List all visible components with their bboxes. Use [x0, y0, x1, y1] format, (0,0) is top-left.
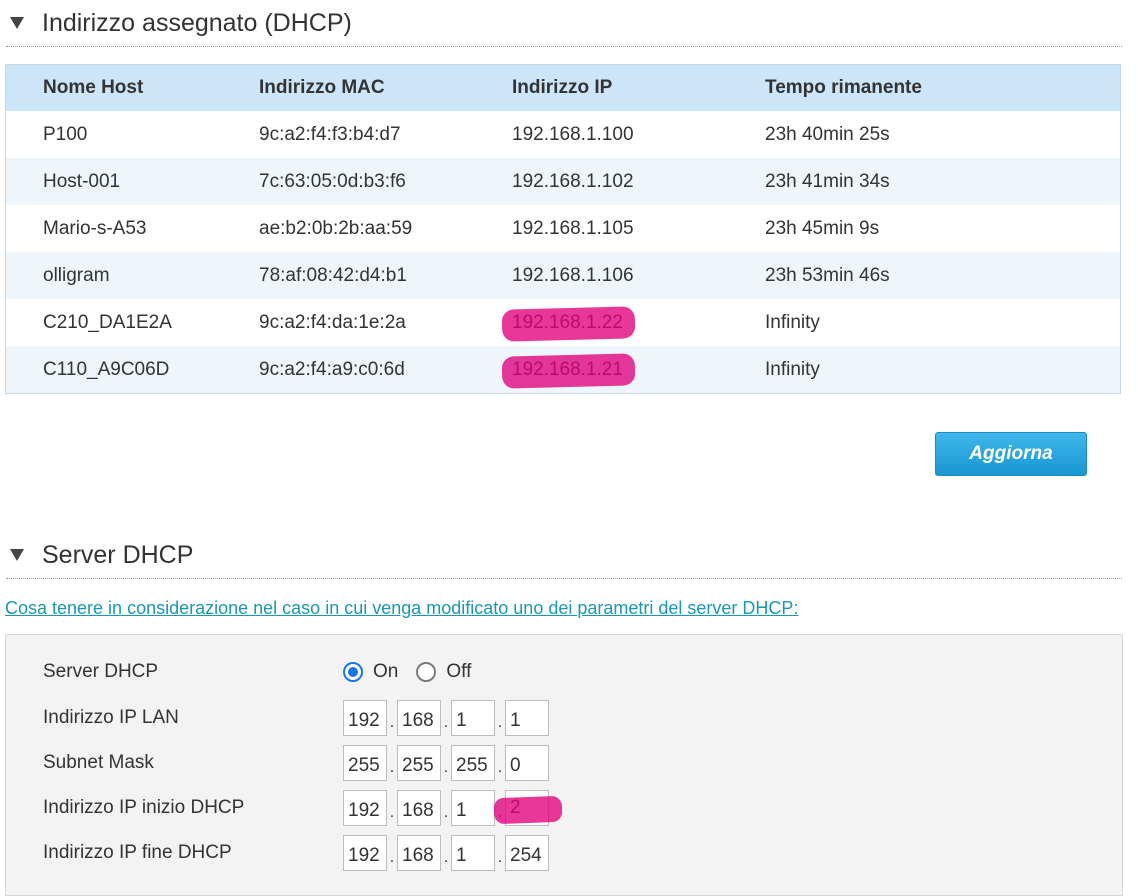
octet-separator: . — [389, 759, 395, 776]
octet-separator: . — [443, 849, 449, 866]
redaction-mark: 192.168.1.22 — [512, 311, 623, 333]
table-header-row: Nome Host Indirizzo MAC Indirizzo IP Tem… — [5, 64, 1121, 111]
dhcp-on-label: On — [373, 661, 399, 682]
octet-separator: . — [443, 804, 449, 821]
subnet-mask-octet-1[interactable] — [343, 745, 387, 781]
collapse-triangle-icon[interactable] — [10, 549, 24, 561]
redaction-mark: 192.168.1.21 — [512, 358, 623, 380]
cell-host-name: P100 — [43, 123, 88, 145]
cell-host-name: olligram — [5, 252, 259, 299]
dhcp-end-label: Indirizzo IP fine DHCP — [43, 842, 232, 863]
subnet-mask-label: Subnet Mask — [43, 752, 154, 773]
subnet-mask-row: Subnet Mask . . . — [43, 743, 549, 783]
dhcp-change-notes-link[interactable]: Cosa tenere in considerazione nel caso i… — [5, 598, 798, 619]
cell-mac-address: 9c:a2:f4:f3:b4:d7 — [259, 123, 401, 145]
dhcp-on-radio[interactable]: On — [343, 661, 398, 683]
section-title: Server DHCP — [42, 540, 194, 569]
cell-mac-address: 78:af:08:42:d4:b1 — [259, 252, 512, 299]
column-header-mac-address: Indirizzo MAC — [259, 64, 512, 111]
octet-separator: . — [389, 804, 395, 821]
dhcp-off-radio[interactable]: Off — [416, 661, 471, 683]
lan-ip-octet-4[interactable] — [505, 700, 549, 736]
column-header-ip-address: Indirizzo IP — [512, 64, 765, 111]
dhcp-server-row: Server DHCP On Off — [43, 652, 489, 692]
table-row: Host-001 7c:63:05:0d:b3:f6 192.168.1.102… — [5, 158, 1121, 205]
refresh-button[interactable]: Aggiorna — [935, 432, 1087, 476]
radio-unchecked-icon — [416, 662, 437, 682]
dhcp-end-row: Indirizzo IP fine DHCP . . . — [43, 833, 549, 873]
dhcp-lease-table: Nome Host Indirizzo MAC Indirizzo IP Tem… — [5, 64, 1121, 394]
dhcp-start-octet-4[interactable]: 2 — [505, 790, 549, 826]
dhcp-start-octet-3[interactable] — [451, 790, 495, 826]
dhcp-start-octet-1[interactable] — [343, 790, 387, 826]
collapse-triangle-icon[interactable] — [10, 17, 24, 29]
cell-remaining-time: 23h 40min 25s — [765, 123, 890, 145]
octet-separator: . — [389, 714, 395, 731]
lan-ip-octet-3[interactable] — [451, 700, 495, 736]
dhcp-end-octet-1[interactable] — [343, 835, 387, 871]
table-row: Mario-s-A53 ae:b2:0b:2b:aa:59 192.168.1.… — [6, 205, 1121, 252]
lan-ip-row: Indirizzo IP LAN . . . — [43, 698, 549, 738]
section-title: Indirizzo assegnato (DHCP) — [42, 8, 352, 37]
octet-separator: . — [389, 849, 395, 866]
cell-ip-address: 192.168.1.105 — [512, 217, 634, 239]
cell-host-name: C110_A9C06D — [5, 346, 259, 394]
column-header-host-name: Nome Host — [5, 64, 259, 111]
section-header-dhcp-server[interactable]: Server DHCP — [6, 532, 1122, 579]
cell-host-name: Host-001 — [5, 158, 259, 205]
cell-remaining-time: Infinity — [765, 346, 1121, 394]
subnet-mask-octet-2[interactable] — [397, 745, 441, 781]
table-row: C110_A9C06D 9c:a2:f4:a9:c0:6d 192.168.1.… — [5, 346, 1121, 394]
lan-ip-input: . . . — [343, 700, 549, 736]
cell-host-name: Mario-s-A53 — [43, 217, 147, 239]
octet-separator: . — [497, 849, 503, 866]
lan-ip-octet-2[interactable] — [397, 700, 441, 736]
cell-host-name: C210_DA1E2A — [43, 311, 172, 333]
column-header-remaining-time: Tempo rimanente — [765, 64, 1121, 111]
dhcp-end-octet-4[interactable] — [505, 835, 549, 871]
cell-remaining-time: 23h 53min 46s — [765, 252, 1121, 299]
cell-ip-address: 192.168.1.106 — [512, 252, 765, 299]
radio-checked-icon — [343, 662, 363, 682]
subnet-mask-octet-3[interactable] — [451, 745, 495, 781]
cell-mac-address: 9c:a2:f4:da:1e:2a — [259, 311, 406, 333]
lan-ip-label: Indirizzo IP LAN — [43, 707, 179, 728]
table-row: C210_DA1E2A 9c:a2:f4:da:1e:2a 192.168.1.… — [6, 299, 1121, 346]
cell-remaining-time: 23h 45min 9s — [765, 217, 880, 239]
table-row: P100 9c:a2:f4:f3:b4:d7 192.168.1.100 23h… — [6, 111, 1121, 158]
octet-separator: . — [443, 714, 449, 731]
cell-mac-address: ae:b2:0b:2b:aa:59 — [259, 217, 413, 239]
subnet-mask-input: . . . — [343, 745, 549, 781]
cell-ip-address-redacted: 192.168.1.21 — [512, 346, 765, 394]
dhcp-start-input: . . . 2 — [343, 790, 549, 826]
cell-ip-address: 192.168.1.100 — [512, 123, 634, 145]
dhcp-end-octet-2[interactable] — [397, 835, 441, 871]
cell-remaining-time: Infinity — [765, 311, 820, 333]
table-row: olligram 78:af:08:42:d4:b1 192.168.1.106… — [5, 252, 1121, 299]
octet-separator: . — [443, 759, 449, 776]
octet-separator: . — [497, 759, 503, 776]
lan-ip-octet-1[interactable] — [343, 700, 387, 736]
cell-mac-address: 9c:a2:f4:a9:c0:6d — [259, 346, 512, 394]
cell-mac-address: 7c:63:05:0d:b3:f6 — [259, 158, 512, 205]
octet-separator: . — [497, 714, 503, 731]
dhcp-start-octet-2[interactable] — [397, 790, 441, 826]
dhcp-end-octet-3[interactable] — [451, 835, 495, 871]
dhcp-end-input: . . . — [343, 835, 549, 871]
section-header-assigned-addresses[interactable]: Indirizzo assegnato (DHCP) — [6, 0, 1122, 47]
dhcp-start-label: Indirizzo IP inizio DHCP — [43, 797, 245, 818]
dhcp-server-label: Server DHCP — [43, 661, 159, 682]
subnet-mask-octet-4[interactable] — [505, 745, 549, 781]
dhcp-start-row: Indirizzo IP inizio DHCP . . . 2 — [43, 788, 549, 828]
dhcp-server-settings-panel: Server DHCP On Off Indirizzo IP LAN . . … — [5, 634, 1123, 896]
cell-ip-address-redacted: 192.168.1.22 — [512, 299, 765, 346]
cell-remaining-time: 23h 41min 34s — [765, 158, 1121, 205]
cell-ip-address: 192.168.1.102 — [512, 158, 765, 205]
dhcp-off-label: Off — [446, 661, 472, 682]
